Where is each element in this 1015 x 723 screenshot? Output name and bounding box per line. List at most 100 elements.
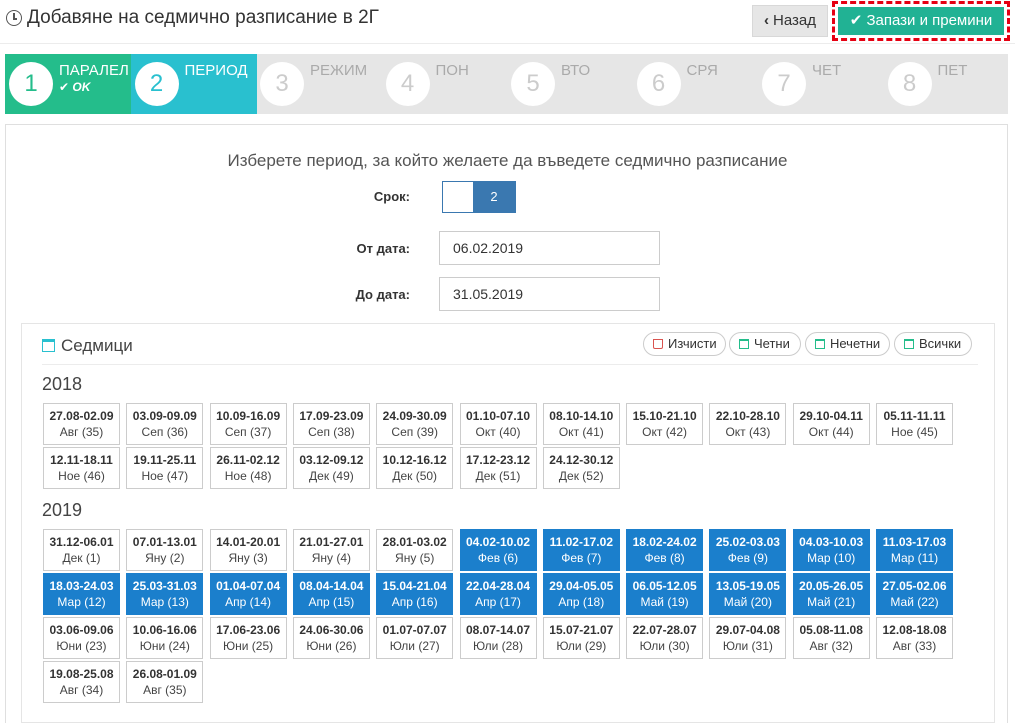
all-weeks-button[interactable]: Всички	[894, 332, 972, 356]
week-range: 01.07-07.07	[382, 623, 447, 637]
week-cell[interactable]: 04.03-10.03 Мар (10)	[792, 529, 870, 571]
week-month: Апр (16)	[391, 595, 438, 609]
step-label: СРЯ	[686, 62, 718, 79]
week-range: 01.10-07.10	[465, 409, 531, 423]
week-cell[interactable]: 29.04-05.05 Апр (18)	[542, 573, 620, 615]
week-cell[interactable]: 07.01-13.01 Яну (2)	[126, 529, 204, 571]
week-month: Апр (18)	[558, 595, 605, 609]
week-cell[interactable]: 11.02-17.02 Фев (7)	[542, 529, 620, 571]
week-cell[interactable]: 03.09-09.09 Сеп (36)	[126, 403, 204, 445]
week-month: Май (22)	[890, 595, 939, 609]
week-range: 18.03-24.03	[49, 579, 114, 593]
week-range: 04.02-10.02	[465, 535, 531, 549]
week-month: Апр (15)	[308, 595, 355, 609]
week-cell[interactable]: 11.03-17.03 Мар (11)	[876, 529, 953, 571]
week-month: Яну (4)	[311, 551, 352, 565]
week-cell[interactable]: 26.11-02.12 Ное (48)	[209, 447, 287, 489]
week-month: Сеп (39)	[391, 425, 438, 439]
wizard-step[interactable]: 3 РЕЖИМ	[256, 54, 382, 114]
week-cell[interactable]: 27.05-02.06 Май (22)	[876, 573, 953, 615]
week-cell[interactable]: 28.01-03.02 Яну (5)	[376, 529, 454, 571]
week-range: 03.09-09.09	[132, 409, 197, 423]
week-cell[interactable]: 03.12-09.12 Дек (49)	[292, 447, 370, 489]
step-number: 2	[134, 62, 179, 106]
week-cell[interactable]: 24.12-30.12 Дек (52)	[542, 447, 620, 489]
week-cell[interactable]: 01.10-07.10 Окт (40)	[459, 403, 537, 445]
to-date-field[interactable]: 31.05.2019	[439, 277, 660, 311]
week-range: 10.12-16.12	[382, 453, 447, 467]
week-cell[interactable]: 22.04-28.04 Апр (17)	[459, 573, 537, 615]
wizard-step[interactable]: 7 ЧЕТ	[758, 54, 884, 114]
week-cell[interactable]: 06.05-12.05 Май (19)	[626, 573, 704, 615]
back-button-label: Назад	[773, 12, 816, 29]
week-range: 29.10-04.11	[799, 409, 863, 423]
week-cell[interactable]: 14.01-20.01 Яну (3)	[209, 529, 287, 571]
wizard-step[interactable]: 5 ВТО	[507, 54, 633, 114]
week-cell[interactable]: 25.03-31.03 Мар (13)	[126, 573, 204, 615]
wizard-step[interactable]: 4 ПОН	[382, 54, 508, 114]
week-cell[interactable]: 12.08-18.08 Авг (33)	[876, 617, 953, 659]
week-cell[interactable]: 17.12-23.12 Дек (51)	[459, 447, 537, 489]
week-month: Юни (24)	[139, 639, 190, 653]
week-cell[interactable]: 17.06-23.06 Юни (25)	[209, 617, 287, 659]
week-cell[interactable]: 15.07-21.07 Юли (29)	[542, 617, 620, 659]
save-and-continue-button[interactable]: ✔ Запази и премини	[838, 7, 1004, 35]
week-cell[interactable]: 15.04-21.04 Апр (16)	[376, 573, 454, 615]
week-cell[interactable]: 31.12-06.01 Дек (1)	[43, 529, 120, 571]
week-cell[interactable]: 10.06-16.06 Юни (24)	[126, 617, 204, 659]
week-cell[interactable]: 01.07-07.07 Юли (27)	[376, 617, 454, 659]
week-cell[interactable]: 19.08-25.08 Авг (34)	[43, 661, 120, 703]
week-cell[interactable]: 17.09-23.09 Сеп (38)	[292, 403, 370, 445]
week-cell[interactable]: 18.02-24.02 Фев (8)	[626, 529, 704, 571]
week-cell[interactable]: 08.04-14.04 Апр (15)	[292, 573, 370, 615]
odd-weeks-button[interactable]: Нечетни	[805, 332, 890, 356]
week-cell[interactable]: 18.03-24.03 Мар (12)	[43, 573, 120, 615]
week-range: 01.04-07.04	[216, 579, 281, 593]
week-cell[interactable]: 27.08-02.09 Авг (35)	[43, 403, 120, 445]
week-cell[interactable]: 21.01-27.01 Яну (4)	[292, 529, 370, 571]
week-cell[interactable]: 05.08-11.08 Авг (32)	[792, 617, 870, 659]
week-month: Окт (41)	[558, 425, 604, 439]
from-date-field[interactable]: 06.02.2019	[439, 231, 660, 265]
week-cell[interactable]: 29.07-04.08 Юли (31)	[709, 617, 787, 659]
term-label: Срок:	[373, 189, 410, 204]
week-cell[interactable]: 15.10-21.10 Окт (42)	[626, 403, 704, 445]
week-cell[interactable]: 25.02-03.03 Фев (9)	[709, 529, 787, 571]
week-cell[interactable]: 04.02-10.02 Фев (6)	[459, 529, 537, 571]
week-range: 05.11-11.11	[883, 409, 946, 423]
week-cell[interactable]: 13.05-19.05 Май (20)	[709, 573, 787, 615]
step-label: ЧЕТ	[812, 62, 842, 79]
week-cell[interactable]: 10.12-16.12 Дек (50)	[376, 447, 454, 489]
week-cell[interactable]: 24.09-30.09 Сеп (39)	[376, 403, 454, 445]
week-cell[interactable]: 10.09-16.09 Сеп (37)	[209, 403, 287, 445]
week-range: 20.05-26.05	[799, 579, 864, 593]
week-cell[interactable]: 01.04-07.04 Апр (14)	[209, 573, 287, 615]
week-cell[interactable]: 22.07-28.07 Юли (30)	[626, 617, 704, 659]
calendar-check-icon	[904, 339, 914, 349]
step-number: 5	[511, 62, 555, 106]
wizard-steps: 1 ПАРАЛЕЛ ✔ OK 2 ПЕРИОД 3 РЕЖИМ 4 ПОН 5 ВТО 6 СРЯ 7 ЧЕ…	[5, 54, 1008, 114]
clear-button[interactable]: Изчисти	[643, 332, 726, 356]
week-cell[interactable]: 03.06-09.06 Юни (23)	[43, 617, 120, 659]
even-weeks-button[interactable]: Четни	[729, 332, 801, 356]
week-cell[interactable]: 24.06-30.06 Юни (26)	[292, 617, 370, 659]
week-month: Ное (46)	[58, 469, 105, 483]
term-toggle[interactable]: 2	[442, 181, 516, 213]
week-cell[interactable]: 08.10-14.10 Окт (41)	[542, 403, 620, 445]
week-cell[interactable]: 22.10-28.10 Окт (43)	[709, 403, 787, 445]
wizard-step[interactable]: 6 СРЯ	[633, 54, 759, 114]
wizard-step[interactable]: 8 ПЕТ	[884, 54, 1010, 114]
term-value: 2	[490, 189, 498, 204]
week-cell[interactable]: 29.10-04.11 Окт (44)	[792, 403, 870, 445]
week-cell[interactable]: 05.11-11.11 Ное (45)	[876, 403, 953, 445]
back-button[interactable]: ‹ Назад	[752, 5, 828, 37]
clock-icon	[6, 10, 22, 26]
week-cell[interactable]: 12.11-18.11 Ное (46)	[43, 447, 120, 489]
week-cell[interactable]: 08.07-14.07 Юли (28)	[459, 617, 537, 659]
wizard-step[interactable]: 1 ПАРАЛЕЛ ✔ OK	[5, 54, 131, 114]
week-cell[interactable]: 20.05-26.05 Май (21)	[792, 573, 870, 615]
step-label: ПАРАЛЕЛ	[59, 62, 129, 79]
week-cell[interactable]: 26.08-01.09 Авг (35)	[126, 661, 204, 703]
wizard-step[interactable]: 2 ПЕРИОД	[130, 54, 257, 114]
week-cell[interactable]: 19.11-25.11 Ное (47)	[126, 447, 204, 489]
